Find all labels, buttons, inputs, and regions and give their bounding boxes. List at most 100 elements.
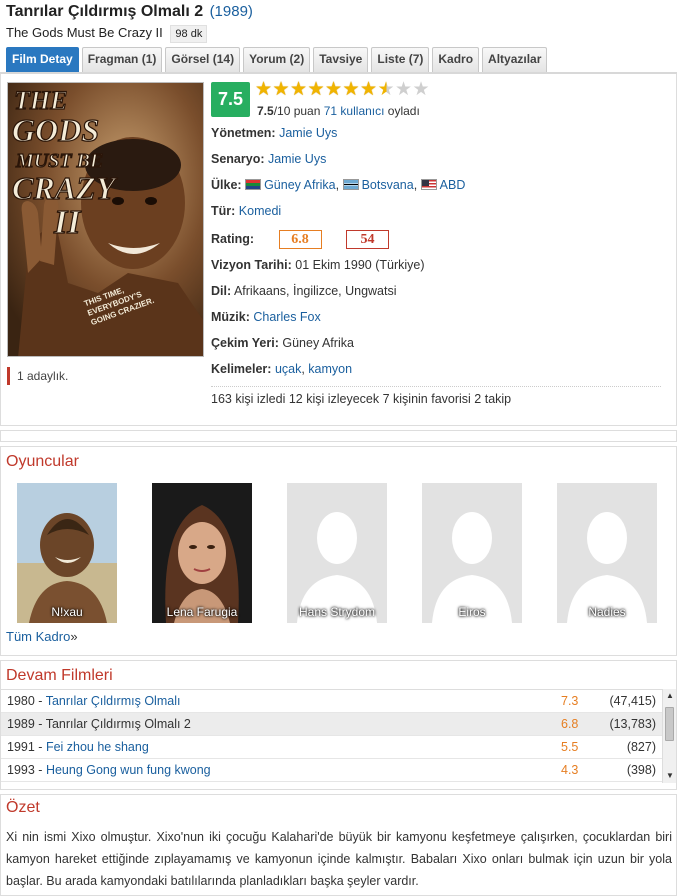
location-label: Çekim Yeri: — [211, 336, 279, 350]
scroll-down-icon[interactable]: ▼ — [663, 769, 677, 783]
country-link-za[interactable]: Güney Afrika — [264, 178, 336, 192]
cast-card-lena-farugia[interactable]: Lena Farugia — [152, 483, 252, 623]
sequel-votes: (398) — [626, 763, 656, 777]
cast-photo-nixau — [17, 483, 117, 623]
tab-liste[interactable]: Liste (7) — [371, 47, 430, 72]
vote-score: 7.5 — [257, 104, 274, 118]
title-row: Tanrılar Çıldırmış Olmalı 2 (1989) — [6, 2, 676, 24]
sequel-votes: (827) — [626, 740, 656, 754]
music-link[interactable]: Charles Fox — [253, 310, 320, 324]
director-row: Yönetmen: Jamie Uys — [211, 124, 337, 142]
sequel-row[interactable]: 1980 - Tanrılar Çıldırmış Olmalı 7.3 (47,4… — [1, 690, 662, 713]
tab-yorum[interactable]: Yorum (2) — [243, 47, 311, 72]
external-rating-row: Rating: 6.8 54 — [211, 228, 390, 250]
rating-label: Rating: — [211, 232, 255, 246]
sequels-title: Devam Filmleri — [6, 667, 113, 684]
person-placeholder-icon — [422, 483, 522, 623]
country-link-bw[interactable]: Botsvana — [362, 178, 414, 192]
sequel-title[interactable]: Fei zhou he shang — [46, 740, 149, 754]
person-placeholder-icon — [287, 483, 387, 623]
flag-bw-icon — [342, 179, 359, 190]
score-badge: 7.5 — [211, 82, 250, 117]
keywords-row: Kelimeler: uçak, kamyon — [211, 360, 352, 378]
country-sep-2: , — [413, 178, 421, 192]
cast-card-hans-strydom[interactable]: Hans Strydom — [287, 483, 387, 623]
movie-poster[interactable]: THE GODS MUST BE CRAZY II THIS TIME, EVE… — [7, 82, 204, 357]
imdb-score[interactable]: 6.8 — [278, 230, 322, 250]
country-row: Ülke: Güney Afrika, Botsvana, ABD — [211, 176, 465, 194]
sequel-title[interactable]: Heung Gong wun fung kwong — [46, 763, 211, 777]
star-icon[interactable]: ★ — [308, 80, 326, 99]
tab-fragman[interactable]: Fragman (1) — [81, 47, 163, 72]
release-row: Vizyon Tarihi: 01 Ekim 1990 (Türkiye) — [211, 256, 425, 274]
star-icon[interactable]: ★ — [343, 80, 361, 99]
tab-film-detay[interactable]: Film Detay — [6, 47, 79, 72]
all-cast: Tüm Kadro» — [6, 629, 78, 644]
music-label: Müzik: — [211, 310, 250, 324]
nominations-count: 1 adaylık. — [7, 367, 68, 385]
star-icon[interactable]: ★ — [290, 80, 308, 99]
star-icon[interactable]: ★ — [325, 80, 343, 99]
genre-link[interactable]: Komedi — [239, 204, 281, 218]
star-icon[interactable]: ★ — [378, 80, 396, 99]
cast-card-eiros[interactable]: Eiros — [422, 483, 522, 623]
director-link[interactable]: Jamie Uys — [279, 126, 337, 140]
scrollbar-thumb[interactable] — [665, 707, 674, 741]
writer-link[interactable]: Jamie Uys — [268, 152, 326, 166]
summary-title: Özet — [6, 799, 40, 816]
cast-name: Eiros — [458, 605, 486, 619]
duration-badge: 98 dk — [170, 25, 208, 43]
cast-card-nixau[interactable]: N!xau — [17, 483, 117, 623]
writer-row: Senaryo: Jamie Uys — [211, 150, 326, 168]
rating-stars[interactable]: ★ ★ ★ ★ ★ ★ ★ ★ ★ ★ — [255, 80, 431, 99]
star-icon[interactable]: ★ — [395, 80, 413, 99]
flag-za-icon — [245, 179, 262, 190]
cast-title: Oyuncular — [6, 453, 79, 470]
star-icon[interactable]: ★ — [413, 80, 431, 99]
page-header: Tanrılar Çıldırmış Olmalı 2 (1989) The G… — [6, 2, 676, 44]
info-divider — [211, 386, 661, 387]
star-icon[interactable]: ★ — [360, 80, 378, 99]
sequel-row[interactable]: 1991 - Fei zhou he shang 5.5 (827) — [1, 736, 662, 759]
sequel-row[interactable]: 1989 - Tanrılar Çıldırmış Olmalı 2 6.8 (13… — [1, 713, 662, 736]
sequel-score: 7.3 — [561, 694, 579, 708]
star-icon[interactable]: ★ — [255, 80, 273, 99]
poster-numeral: II — [53, 204, 82, 241]
vote-suffix: /10 puan — [273, 104, 321, 118]
genre-row: Tür: Komedi — [211, 202, 281, 220]
poster-artwork: THE GODS MUST BE CRAZY II THIS TIME, EVE… — [8, 83, 203, 356]
sequels-list: 1980 - Tanrılar Çıldırmış Olmalı 7.3 (47,4… — [1, 689, 662, 783]
sequel-votes: (13,783) — [609, 717, 656, 731]
tab-altyazilar[interactable]: Altyazılar — [482, 47, 548, 72]
sequel-title[interactable]: Tanrılar Çıldırmış Olmalı — [46, 694, 181, 708]
sequel-year: 1989 - — [7, 717, 43, 731]
metascore[interactable]: 54 — [346, 230, 390, 250]
sequels-scrollbar[interactable]: ▲ ▼ — [662, 689, 676, 783]
all-cast-link[interactable]: Tüm Kadro — [6, 629, 70, 644]
summary-text: Xi nin ismi Xixo olmuştur. Xixo'nun iki … — [6, 830, 672, 888]
vote-summary: 7.5/10 puan 71 kullanıcı oyladı — [257, 104, 420, 118]
language-label: Dil: — [211, 284, 232, 298]
keyword-link-ucak[interactable]: uçak — [275, 362, 301, 376]
tab-bar: Film Detay Fragman (1) Görsel (14) Yorum… — [6, 47, 550, 72]
tab-kadro[interactable]: Kadro — [432, 47, 480, 72]
writer-label: Senaryo: — [211, 152, 265, 166]
release-label: Vizyon Tarihi: — [211, 258, 292, 272]
person-placeholder-icon — [557, 483, 657, 623]
tab-tavsiye[interactable]: Tavsiye — [313, 47, 369, 72]
director-label: Yönetmen: — [211, 126, 276, 140]
release-date: 01 Ekim 1990 (Türkiye) — [295, 258, 425, 272]
star-icon[interactable]: ★ — [273, 80, 291, 99]
sequel-row[interactable]: 1993 - Heung Gong wun fung kwong 4.3 (398) — [1, 759, 662, 782]
voters-link[interactable]: 71 kullanıcı — [324, 104, 385, 118]
scroll-up-icon[interactable]: ▲ — [663, 689, 677, 703]
poster-title-3: MUST BE — [15, 150, 103, 172]
cast-name: N!xau — [51, 605, 83, 619]
cast-card-nadies[interactable]: Nadies — [557, 483, 657, 623]
sequel-score: 6.8 — [561, 717, 579, 731]
keyword-link-kamyon[interactable]: kamyon — [308, 362, 352, 376]
movie-year-link[interactable]: (1989) — [210, 3, 253, 20]
cast-name: Hans Strydom — [298, 605, 376, 619]
tab-gorsel[interactable]: Görsel (14) — [165, 47, 241, 72]
country-link-us[interactable]: ABD — [440, 178, 466, 192]
